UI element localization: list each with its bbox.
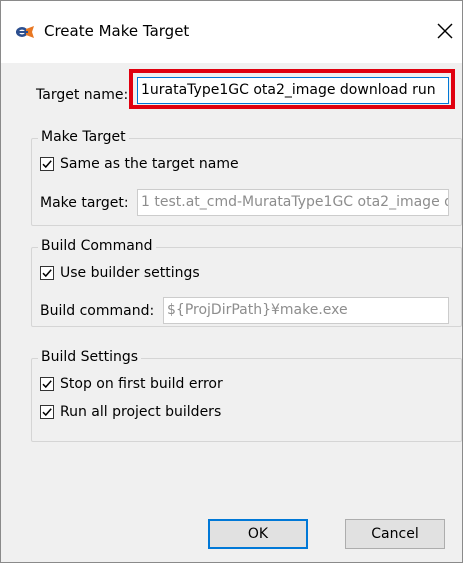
use-builder-label: Use builder settings <box>60 265 200 281</box>
target-name-label: Target name: <box>36 87 129 103</box>
title-bar: Create Make Target <box>1 1 462 63</box>
build-command-input: ${ProjDirPath}¥make.exe <box>163 297 449 324</box>
cancel-button[interactable]: Cancel <box>345 519 445 549</box>
eclipse-make-icon <box>14 23 36 41</box>
stop-on-error-checkbox-row[interactable]: Stop on first build error <box>40 376 223 392</box>
build-settings-group-title: Build Settings <box>38 349 142 365</box>
run-all-builders-checkbox[interactable] <box>40 405 54 419</box>
use-builder-checkbox-row[interactable]: Use builder settings <box>40 265 200 281</box>
make-target-group-title: Make Target <box>38 129 129 145</box>
run-all-builders-label: Run all project builders <box>60 404 222 420</box>
stop-on-error-label: Stop on first build error <box>60 376 223 392</box>
build-command-group-title: Build Command <box>38 238 156 254</box>
target-name-input[interactable]: 1urataType1GC ota2_image download run <box>137 77 449 104</box>
create-make-target-dialog: Create Make Target Target name: 1urataTy… <box>0 0 463 563</box>
build-command-label: Build command: <box>40 303 155 319</box>
build-settings-group <box>31 358 462 442</box>
dialog-title: Create Make Target <box>44 22 190 40</box>
use-builder-checkbox[interactable] <box>40 266 54 280</box>
close-icon[interactable] <box>433 19 457 43</box>
run-all-builders-checkbox-row[interactable]: Run all project builders <box>40 404 221 420</box>
same-as-name-checkbox-row[interactable]: Same as the target name <box>40 156 239 172</box>
make-target-input: 1 test.at_cmd-MurataType1GC ota2_image d… <box>137 189 449 216</box>
same-as-name-label: Same as the target name <box>60 156 239 172</box>
ok-button[interactable]: OK <box>208 519 308 549</box>
same-as-name-checkbox[interactable] <box>40 157 54 171</box>
stop-on-error-checkbox[interactable] <box>40 377 54 391</box>
make-target-label: Make target: <box>40 195 129 211</box>
